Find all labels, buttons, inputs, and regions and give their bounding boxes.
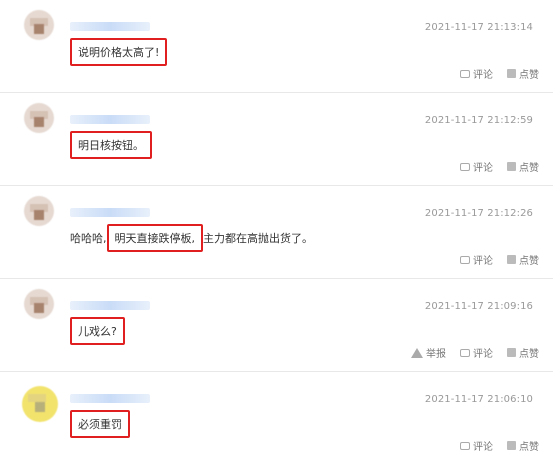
like-label: 点赞 xyxy=(519,442,539,453)
comment-actions: 评论 点赞 xyxy=(460,66,539,81)
reply-label: 评论 xyxy=(473,349,493,360)
comment-icon xyxy=(460,441,470,450)
like-label: 点赞 xyxy=(519,163,539,174)
comment-actions: 举报 评论 点赞 xyxy=(411,345,539,360)
comment-timestamp: 2021-11-17 21:13:14 xyxy=(424,22,533,33)
username-blurred[interactable] xyxy=(70,208,150,217)
comment-timestamp: 2021-11-17 21:12:59 xyxy=(424,115,533,126)
comment-item: 2021-11-17 21:12:59 明日核按钮。 评论 点赞 xyxy=(0,93,553,186)
username-blurred[interactable] xyxy=(70,394,150,403)
comment-content: 说明价格太高了! xyxy=(70,38,168,66)
comment-content: 儿戏么? xyxy=(70,317,125,345)
thumbs-up-icon xyxy=(507,69,516,78)
comment-icon xyxy=(460,255,470,264)
reply-button[interactable]: 评论 xyxy=(460,438,493,453)
like-button[interactable]: 点赞 xyxy=(507,252,539,267)
reply-button[interactable]: 评论 xyxy=(460,345,493,360)
comment-icon xyxy=(460,69,470,78)
reply-label: 评论 xyxy=(473,163,493,174)
comment-actions: 评论 点赞 xyxy=(460,438,539,453)
highlighted-text: 儿戏么? xyxy=(70,317,125,345)
like-button[interactable]: 点赞 xyxy=(507,159,539,174)
reply-button[interactable]: 评论 xyxy=(460,252,493,267)
like-label: 点赞 xyxy=(519,256,539,267)
avatar[interactable] xyxy=(24,196,54,226)
comment-content: 哈哈哈, 明天直接跌停板, 主力都在高抛出货了。 xyxy=(70,224,313,252)
comment-item: 2021-11-17 21:13:14 说明价格太高了! 评论 点赞 xyxy=(0,0,553,93)
comment-text: 主力都在高抛出货了。 xyxy=(203,232,313,245)
reply-label: 评论 xyxy=(473,256,493,267)
username-blurred[interactable] xyxy=(70,115,150,124)
thumbs-up-icon xyxy=(507,255,516,264)
report-button[interactable]: 举报 xyxy=(411,345,446,360)
comment-text: 哈哈哈, xyxy=(70,232,107,245)
comment-actions: 评论 点赞 xyxy=(460,252,539,267)
comment-icon xyxy=(460,162,470,171)
like-button[interactable]: 点赞 xyxy=(507,345,539,360)
comment-actions: 评论 点赞 xyxy=(460,159,539,174)
like-button[interactable]: 点赞 xyxy=(507,438,539,453)
username-blurred[interactable] xyxy=(70,22,150,31)
report-label: 举报 xyxy=(426,349,446,360)
avatar[interactable] xyxy=(22,386,58,422)
warning-icon xyxy=(411,347,423,358)
comment-item: 2021-11-17 21:12:26 哈哈哈, 明天直接跌停板, 主力都在高抛出货… xyxy=(0,186,553,279)
avatar[interactable] xyxy=(24,10,54,40)
comment-icon xyxy=(460,348,470,357)
comment-timestamp: 2021-11-17 21:09:16 xyxy=(424,301,533,312)
highlighted-text: 明天直接跌停板, xyxy=(106,224,203,252)
reply-label: 评论 xyxy=(473,442,493,453)
reply-button[interactable]: 评论 xyxy=(460,66,493,81)
avatar[interactable] xyxy=(24,289,54,319)
avatar[interactable] xyxy=(24,103,54,133)
comment-timestamp: 2021-11-17 21:06:10 xyxy=(424,394,533,405)
like-button[interactable]: 点赞 xyxy=(507,66,539,81)
comment-item: 2021-11-17 21:09:16 儿戏么? 举报 评论 点赞 xyxy=(0,279,553,372)
like-label: 点赞 xyxy=(519,349,539,360)
highlighted-text: 明日核按钮。 xyxy=(70,131,152,159)
thumbs-up-icon xyxy=(507,162,516,171)
comment-content: 明日核按钮。 xyxy=(70,131,152,159)
comment-item: 2021-11-17 21:06:10 必须重罚 评论 点赞 xyxy=(0,372,553,464)
thumbs-up-icon xyxy=(507,441,516,450)
thumbs-up-icon xyxy=(507,348,516,357)
reply-label: 评论 xyxy=(473,70,493,81)
highlighted-text: 必须重罚 xyxy=(70,410,130,438)
reply-button[interactable]: 评论 xyxy=(460,159,493,174)
comment-content: 必须重罚 xyxy=(70,410,130,438)
comment-timestamp: 2021-11-17 21:12:26 xyxy=(424,208,533,219)
like-label: 点赞 xyxy=(519,70,539,81)
username-blurred[interactable] xyxy=(70,301,150,310)
highlighted-text: 说明价格太高了! xyxy=(70,38,168,66)
